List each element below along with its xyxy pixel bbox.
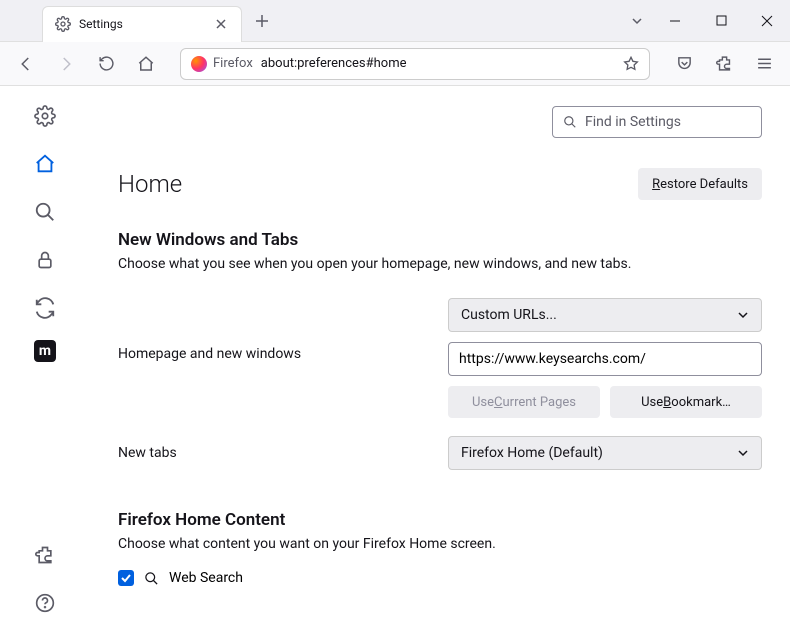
search-placeholder: Find in Settings	[585, 114, 681, 130]
restore-defaults-button[interactable]: Restore Defaults	[638, 168, 762, 200]
sidebar-item-home[interactable]	[25, 144, 65, 184]
content-area: m Find in Settings Home Restore Defaults…	[0, 86, 790, 631]
sidebar-item-privacy[interactable]	[25, 240, 65, 280]
url-bar[interactable]: Firefox about:preferences#home	[180, 48, 650, 80]
section-title-new-windows: New Windows and Tabs	[118, 230, 762, 250]
sidebar-item-extensions[interactable]	[25, 535, 65, 575]
chevron-down-icon	[737, 447, 749, 459]
web-search-checkbox[interactable]	[118, 570, 134, 586]
new-tab-button[interactable]	[248, 7, 276, 35]
maximize-button[interactable]	[698, 0, 744, 42]
tabs-dropdown-button[interactable]	[622, 15, 652, 27]
newtabs-label: New tabs	[118, 445, 448, 461]
settings-main: Find in Settings Home Restore Defaults N…	[90, 86, 790, 631]
extensions-button[interactable]	[708, 48, 740, 80]
identity-label: Firefox	[213, 56, 253, 71]
chevron-down-icon	[737, 309, 749, 321]
minimize-button[interactable]	[652, 0, 698, 42]
url-text: about:preferences#home	[261, 56, 615, 71]
page-title: Home	[118, 170, 182, 198]
app-menu-button[interactable]	[748, 48, 780, 80]
settings-search-input[interactable]: Find in Settings	[552, 106, 762, 138]
reload-button[interactable]	[90, 48, 122, 80]
search-icon	[144, 571, 159, 586]
back-button[interactable]	[10, 48, 42, 80]
nav-toolbar: Firefox about:preferences#home	[0, 42, 790, 86]
newtabs-select[interactable]: Firefox Home (Default)	[448, 436, 762, 470]
sidebar-item-sync[interactable]	[25, 288, 65, 328]
firefox-logo-icon	[191, 56, 207, 72]
use-current-pages-button[interactable]: Use Current Pages	[448, 386, 600, 418]
homepage-url-input[interactable]	[448, 342, 762, 376]
pocket-button[interactable]	[668, 48, 700, 80]
sidebar-item-help[interactable]	[25, 583, 65, 623]
homepage-mode-select[interactable]: Custom URLs...	[448, 298, 762, 332]
homepage-label: Homepage and new windows	[118, 298, 448, 362]
section-title-home-content: Firefox Home Content	[118, 510, 762, 530]
sidebar-item-general[interactable]	[25, 96, 65, 136]
browser-tab[interactable]: Settings	[42, 6, 242, 42]
search-icon	[563, 115, 577, 129]
section-desc-home-content: Choose what content you want on your Fir…	[118, 536, 762, 552]
sidebar-item-more[interactable]: m	[34, 340, 56, 362]
settings-sidebar: m	[0, 86, 90, 631]
bookmark-star-icon[interactable]	[623, 56, 639, 72]
forward-button[interactable]	[50, 48, 82, 80]
sidebar-item-search[interactable]	[25, 192, 65, 232]
home-button[interactable]	[130, 48, 162, 80]
gear-icon	[55, 16, 71, 32]
section-desc-new-windows: Choose what you see when you open your h…	[118, 256, 762, 272]
use-bookmark-button[interactable]: Use Bookmark…	[610, 386, 762, 418]
tab-title: Settings	[79, 17, 205, 31]
close-window-button[interactable]	[744, 0, 790, 42]
web-search-label: Web Search	[169, 570, 243, 586]
titlebar: Settings	[0, 0, 790, 42]
close-icon[interactable]	[213, 16, 229, 32]
identity-box[interactable]: Firefox	[191, 56, 253, 72]
